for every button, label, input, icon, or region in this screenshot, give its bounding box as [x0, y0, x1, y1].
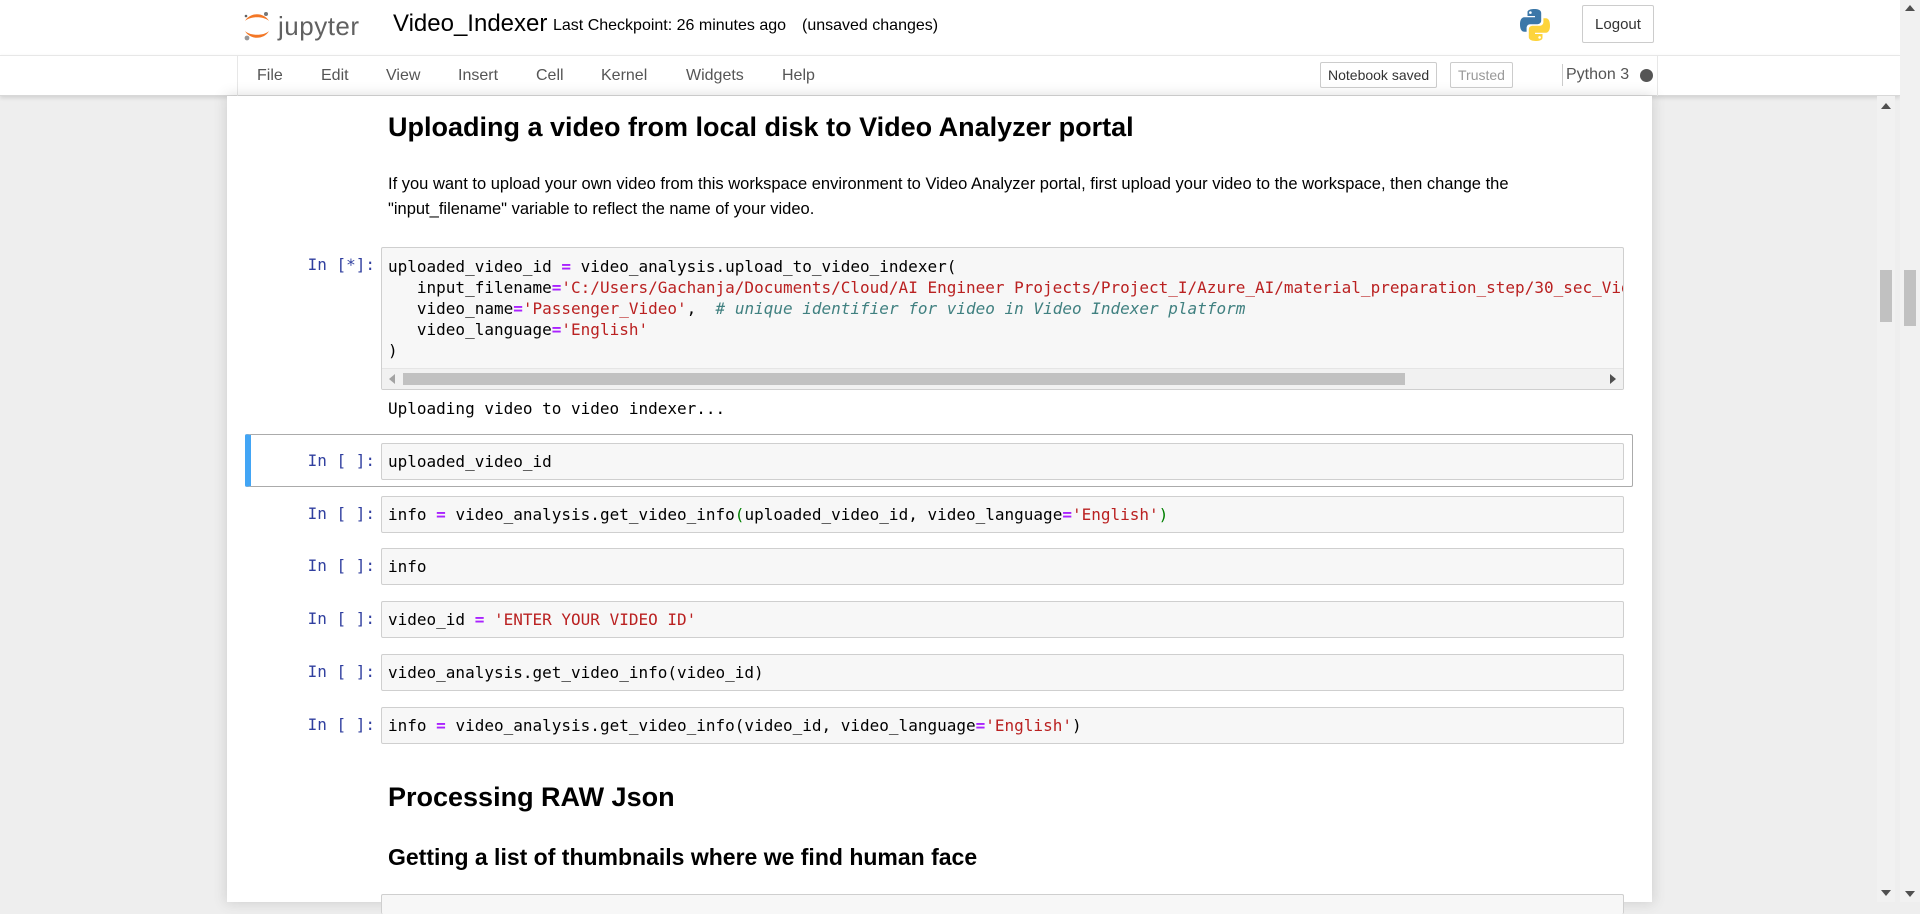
- checkpoint-status: Last Checkpoint: 26 minutes ago: [553, 17, 787, 34]
- kernel-divider: [1562, 64, 1563, 86]
- code-line: uploaded_video_id = video_analysis.uploa…: [388, 257, 957, 276]
- logout-button[interactable]: Logout: [1582, 5, 1654, 43]
- code-line: uploaded_video_id: [388, 452, 552, 471]
- code-cell-partial[interactable]: [381, 894, 1624, 914]
- unsaved-changes-indicator: (unsaved changes): [802, 17, 939, 34]
- code-line: video_language='English': [388, 320, 649, 339]
- jupyter-logo[interactable]: jupyter: [242, 8, 360, 44]
- notebook-saved-indicator: Notebook saved: [1320, 62, 1438, 88]
- notebook-vertical-scrollbar-thumb[interactable]: [1880, 270, 1892, 322]
- code-line: info: [388, 557, 427, 576]
- python-logo-icon: [1516, 6, 1554, 49]
- code-cell-upload[interactable]: uploaded_video_id = video_analysis.uploa…: [381, 247, 1624, 390]
- menu-kernel[interactable]: Kernel: [601, 66, 647, 86]
- kernel-status-indicator-icon: [1640, 69, 1653, 82]
- code-cell-info[interactable]: info: [381, 548, 1624, 585]
- markdown-paragraph-line2: "input_filename" variable to reflect the…: [388, 200, 815, 218]
- horizontal-scrollbar[interactable]: [382, 368, 1623, 389]
- cell-prompt: In [ ]:: [307, 504, 375, 523]
- code-line: video_analysis.get_video_info(video_id): [388, 663, 764, 682]
- code-cell-get-video-info[interactable]: video_analysis.get_video_info(video_id): [381, 654, 1624, 691]
- menu-edit[interactable]: Edit: [321, 66, 349, 86]
- scroll-up-icon[interactable]: [1881, 103, 1891, 109]
- code-line: video_name='Passenger_Video', # unique i…: [388, 299, 1246, 318]
- jupyter-wordmark: jupyter: [278, 11, 360, 41]
- code-line: input_filename='C:/Users/Gachanja/Docume…: [388, 278, 1624, 297]
- scroll-left-icon[interactable]: [389, 374, 395, 384]
- markdown-paragraph-line1: If you want to upload your own video fro…: [388, 175, 1509, 193]
- markdown-heading-upload: Uploading a video from local disk to Vid…: [388, 112, 1134, 142]
- code-line: video_id = 'ENTER YOUR VIDEO ID': [388, 610, 697, 629]
- menu-file[interactable]: File: [257, 66, 283, 86]
- markdown-heading-processing: Processing RAW Json: [388, 782, 675, 812]
- menu-insert[interactable]: Insert: [458, 66, 498, 86]
- jupyter-logo-icon: [244, 12, 269, 41]
- cell-prompt: In [ ]:: [307, 556, 375, 575]
- code-line: info = video_analysis.get_video_info(upl…: [388, 505, 1169, 524]
- code-cell-video-id[interactable]: video_id = 'ENTER YOUR VIDEO ID': [381, 601, 1624, 638]
- window-scroll-down-icon[interactable]: [1905, 891, 1915, 897]
- cell-prompt: In [ ]:: [307, 609, 375, 628]
- scroll-right-icon[interactable]: [1610, 374, 1616, 384]
- trusted-button[interactable]: Trusted: [1450, 62, 1513, 88]
- code-cell-uploaded-video-id[interactable]: uploaded_video_id: [381, 443, 1624, 480]
- window-scroll-up-icon[interactable]: [1905, 5, 1915, 11]
- header: jupyter Video_Indexer Last Checkpoint: 2…: [0, 0, 1900, 55]
- cell-prompt: In [ ]:: [307, 451, 375, 470]
- notebook-vertical-scrollbar[interactable]: [1877, 96, 1895, 902]
- window-vertical-scrollbar-thumb[interactable]: [1904, 270, 1916, 326]
- scroll-down-icon[interactable]: [1881, 890, 1891, 896]
- menu-help[interactable]: Help: [782, 66, 815, 86]
- menu-cell[interactable]: Cell: [536, 66, 564, 86]
- cell-prompt: In [ ]:: [307, 715, 375, 734]
- horizontal-scrollbar-thumb[interactable]: [403, 373, 1405, 385]
- cell-prompt: In [*]:: [307, 255, 375, 274]
- cell-prompt: In [ ]:: [307, 662, 375, 681]
- cell-output: Uploading video to video indexer...: [388, 399, 726, 418]
- code-cell-get-info[interactable]: info = video_analysis.get_video_info(upl…: [381, 496, 1624, 533]
- menu-view[interactable]: View: [386, 66, 420, 86]
- window-vertical-scrollbar[interactable]: [1900, 0, 1920, 902]
- menubar-container: [237, 55, 1658, 96]
- markdown-heading-thumbnails: Getting a list of thumbnails where we fi…: [388, 844, 978, 870]
- menu-widgets[interactable]: Widgets: [686, 66, 744, 86]
- code-cell-get-info-language[interactable]: info = video_analysis.get_video_info(vid…: [381, 707, 1624, 744]
- code-line: ): [388, 341, 398, 360]
- code-line: info = video_analysis.get_video_info(vid…: [388, 716, 1082, 735]
- kernel-name[interactable]: Python 3: [1566, 65, 1629, 85]
- notebook-title[interactable]: Video_Indexer: [393, 9, 547, 39]
